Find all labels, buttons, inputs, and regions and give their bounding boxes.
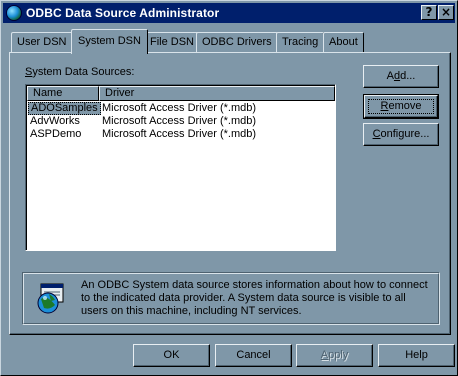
list-item-name: AdvWorks xyxy=(30,115,80,127)
help-button[interactable]: Help xyxy=(378,344,455,367)
apply-button[interactable]: Apply xyxy=(296,344,373,367)
list-item[interactable]: ADOSamples Microsoft Access Driver (*.md… xyxy=(27,102,333,115)
configure-button[interactable]: Configure... xyxy=(363,123,439,146)
close-title-button[interactable]: × xyxy=(438,5,454,20)
list-item-name: ADOSamples xyxy=(28,102,101,115)
help-title-button[interactable]: ? xyxy=(421,5,437,20)
data-sources-list[interactable]: Name Driver ADOSamples Microsoft Access … xyxy=(25,84,336,251)
title-bar[interactable]: ODBC Data Source Administrator ? × xyxy=(3,3,455,23)
system-dsn-panel: System Data Sources: Name Driver ADOSamp… xyxy=(9,52,451,335)
odbc-globe-icon xyxy=(37,283,64,314)
list-item-driver: Microsoft Access Driver (*.mdb) xyxy=(102,115,257,127)
odbc-dialog-window: ODBC Data Source Administrator ? × User … xyxy=(0,0,458,376)
list-item-name: ASPDemo xyxy=(30,128,82,140)
info-box: An ODBC System data source stores inform… xyxy=(22,272,440,325)
odbc-globe-icon xyxy=(6,5,22,21)
ok-button[interactable]: OK xyxy=(133,344,210,367)
cancel-button[interactable]: Cancel xyxy=(215,344,292,367)
column-header-name[interactable]: Name xyxy=(27,86,99,101)
window-title: ODBC Data Source Administrator xyxy=(26,6,220,20)
list-item-driver: Microsoft Access Driver (*.mdb) xyxy=(102,102,257,114)
list-item[interactable]: ASPDemo Microsoft Access Driver (*.mdb) xyxy=(27,128,333,141)
system-data-sources-label: System Data Sources: xyxy=(25,66,135,78)
list-item-driver: Microsoft Access Driver (*.mdb) xyxy=(102,128,257,140)
tab-system-dsn[interactable]: System DSN xyxy=(71,29,148,54)
info-description: An ODBC System data source stores inform… xyxy=(81,279,428,317)
add-button[interactable]: Add... xyxy=(363,65,439,88)
column-header-driver[interactable]: Driver xyxy=(99,86,335,101)
tab-user-dsn[interactable]: User DSN xyxy=(11,32,73,52)
tab-tracing[interactable]: Tracing xyxy=(276,32,325,52)
remove-button[interactable]: Remove xyxy=(363,94,439,119)
tab-file-dsn[interactable]: File DSN xyxy=(144,32,201,52)
tab-about[interactable]: About xyxy=(323,32,364,52)
tab-odbc-drivers[interactable]: ODBC Drivers xyxy=(196,32,278,52)
list-item[interactable]: AdvWorks Microsoft Access Driver (*.mdb) xyxy=(27,115,333,128)
